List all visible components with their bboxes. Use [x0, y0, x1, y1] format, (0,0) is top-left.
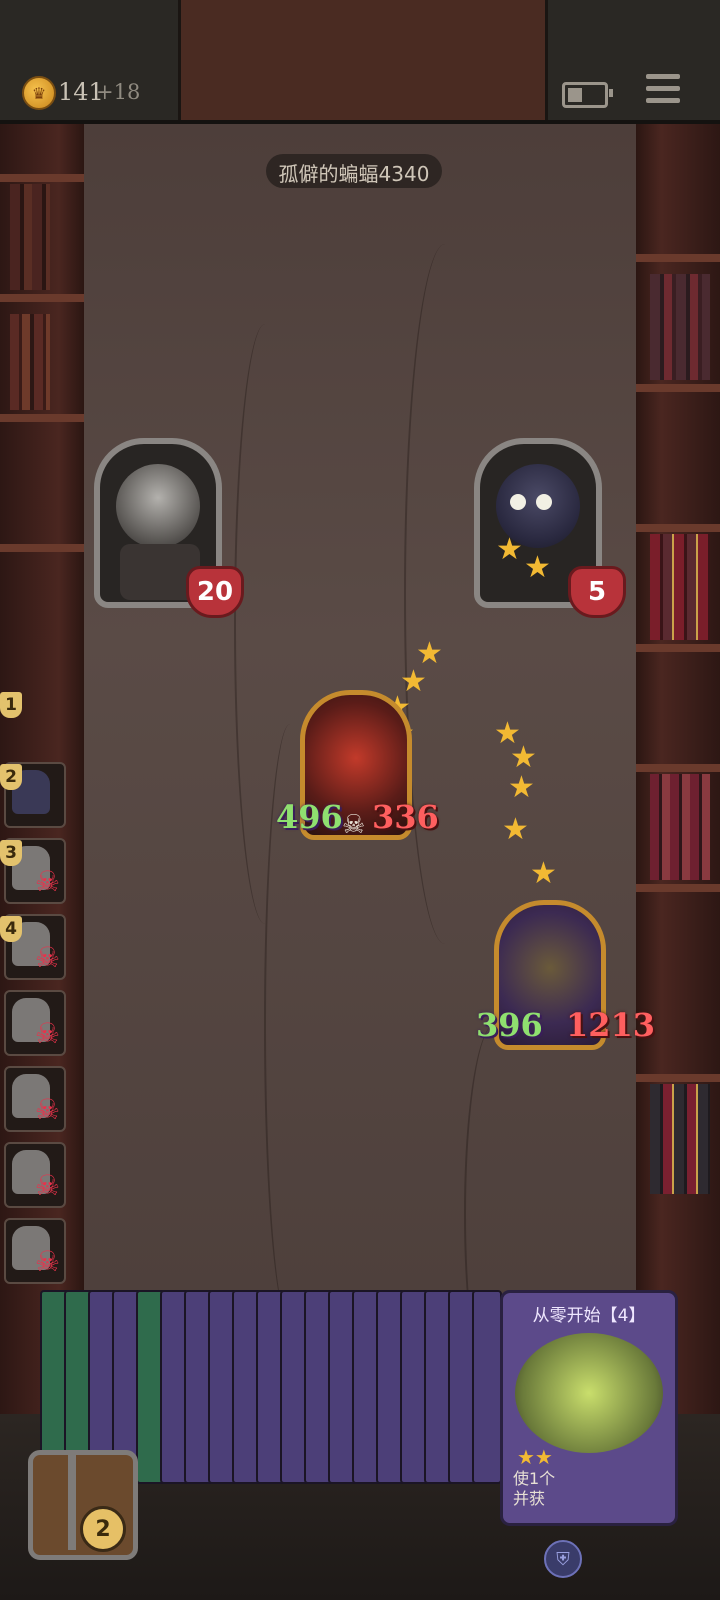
unit-attack: 496 — [276, 798, 343, 836]
player-health-badge: 20 — [186, 566, 244, 618]
card-title: 从零开始【4】 — [532, 1306, 646, 1326]
deck-card — [472, 1290, 502, 1484]
skull-icon: ☠ — [342, 810, 366, 840]
card-art — [515, 1333, 663, 1453]
skull-icon: ☠ — [34, 941, 60, 974]
gold-increment: +18 — [96, 80, 141, 104]
rank-badge: 1 — [0, 692, 22, 718]
shield-icon[interactable]: ⛨ — [544, 1540, 582, 1578]
opponent-name: 孤僻的蝙蝠4340 — [278, 162, 430, 186]
top-banner — [178, 0, 548, 122]
unit-health: 1213 — [566, 1006, 656, 1044]
roster-slot[interactable]: ☠ — [4, 990, 66, 1056]
rank-badge: 4 — [0, 916, 22, 942]
star-effect: ★ — [508, 770, 535, 805]
opponent-health-badge: 5 — [568, 566, 626, 618]
skull-icon: ☠ — [34, 1093, 60, 1126]
treasure-chest[interactable] — [18, 1430, 138, 1570]
star-effect: ★ — [524, 550, 551, 585]
roster-slot[interactable]: ☠ — [4, 1066, 66, 1132]
star-effect: ★ — [496, 532, 523, 567]
star-effect: ★ — [530, 856, 557, 891]
crown-coin-icon: ♛ — [22, 76, 56, 110]
right-bookshelf — [636, 124, 720, 1414]
hamburger-menu-icon[interactable] — [646, 74, 680, 106]
hand-card[interactable]: 从零开始【4】 ★★ 使1个 并获 — [500, 1290, 678, 1526]
star-effect: ★ — [502, 812, 529, 847]
unit-attack: 396 — [476, 1006, 543, 1044]
roster-slot[interactable]: ☠ — [4, 1142, 66, 1208]
skull-icon: ☠ — [34, 1017, 60, 1050]
rank-badge: 3 — [0, 840, 22, 866]
skull-icon: ☠ — [34, 1245, 60, 1278]
skull-icon: ☠ — [34, 1169, 60, 1202]
skull-icon: ☠ — [34, 865, 60, 898]
unit-health: 336 — [372, 798, 439, 836]
roster-slot[interactable]: ☠ — [4, 1218, 66, 1284]
battery-icon — [562, 82, 613, 108]
card-stars: ★★ — [517, 1445, 553, 1469]
chest-count-badge: 2 — [80, 1506, 126, 1552]
rank-badge: 2 — [0, 764, 22, 790]
card-description: 使1个 并获 — [513, 1469, 556, 1508]
